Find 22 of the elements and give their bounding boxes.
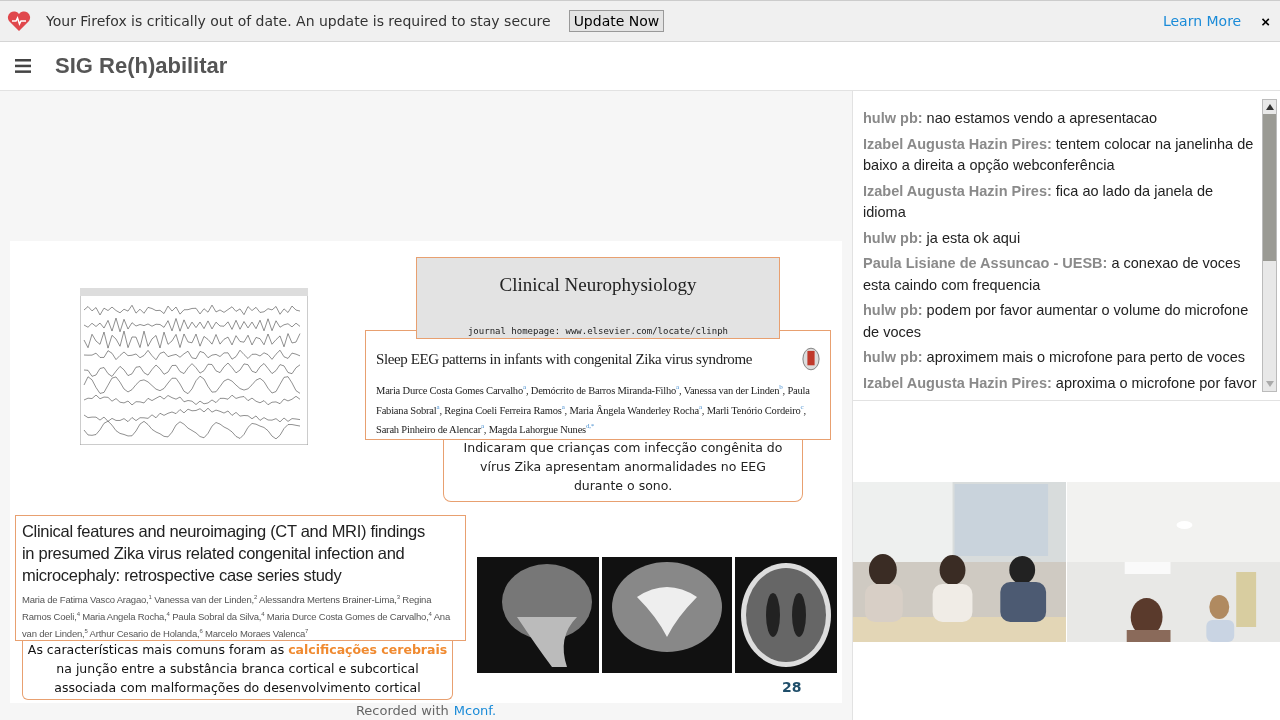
scrollbar[interactable] (1262, 99, 1277, 392)
update-now-button[interactable]: Update Now (568, 10, 665, 32)
heart-icon (6, 10, 32, 32)
summary-text: As características mais comuns foram as calcificações cerebrais na junção entre a substância branca cortical e subcortical associada com malformações do desenvolvimento cortical (27, 642, 448, 695)
chat-message: hulw pb: nao estamos vendo a apresentacao (863, 109, 1159, 128)
page-number: 28 (782, 679, 802, 695)
chat-message: hulw pb: ja esta ok aqui (863, 228, 1022, 248)
recorded-with-text: Recorded with (355, 703, 449, 718)
chat-message: hulw pb: aproximem mais o microfone para perto de voces (863, 348, 1246, 367)
close-button[interactable]: × (1257, 12, 1274, 30)
update-message: Your Firefox is critically out of date. An update is required to stay secure (46, 13, 551, 29)
journal-title: Clinical Neurophysiology (499, 274, 697, 296)
journal-homepage: journal homepage: www.elsevier.com/locate/clinph (467, 326, 729, 336)
article-title: Sleep EEG patterns in infants with congenital Zika virus syndrome (376, 350, 752, 368)
app-title: SIG Re(h)abilitar (55, 53, 228, 79)
article-title: Clinical features and neuroimaging (CT and MRI) findings in presumed Zika virus related congenital infection and microcephaly: retrospective case series study (22, 521, 426, 586)
menu-icon[interactable] (15, 59, 31, 73)
article-authors: Maria Durce Costa Gomes Carvalho$^{a}$, Demócrito de Barros Miranda-Filho$^{a}$, Vanessa van der Linden$^{b}$, Paula Fabiana Sobral$^{a}$, Regina Coeli Ferreira Ramos$^{a}$, Maria Ângela Wanderley Rocha$^{a}$, Marli Tenório Cordeiro$^{c}$, Sarah Pinheiro de Alencar$^{a}$, Magda Lahorgue Nunes$^{d,*}$ (376, 382, 811, 437)
scroll-up-icon[interactable] (1265, 104, 1274, 110)
article-authors: Maria de Fatima Vasco Aragao,$^{1}$ Vanessa van der Linden,$^{2}$ Alessandra Mertens Brainer-Lima,$^{3}$ Regina Ramos Coeli,$^{4}$ Maria Angela Rocha,$^{4}$ Paula Sobral da Silva,$^{4}$ Maria Durce Costa Gomes de Carvalho,$^{4}$ Ana van der Linden,$^{5}$ Arthur Cesario de Holanda,$^{6}$ Marcelo Moraes Valenca$^{7}$ (22, 593, 451, 642)
summary-text: Indicaram que crianças com infecção congênita do vírus Zika apresentam anormalidades no EEG durante o sono. (463, 440, 783, 493)
chat-message: Izabel Augusta Hazin Pires: aproxima o microfone por favor (863, 373, 1258, 393)
